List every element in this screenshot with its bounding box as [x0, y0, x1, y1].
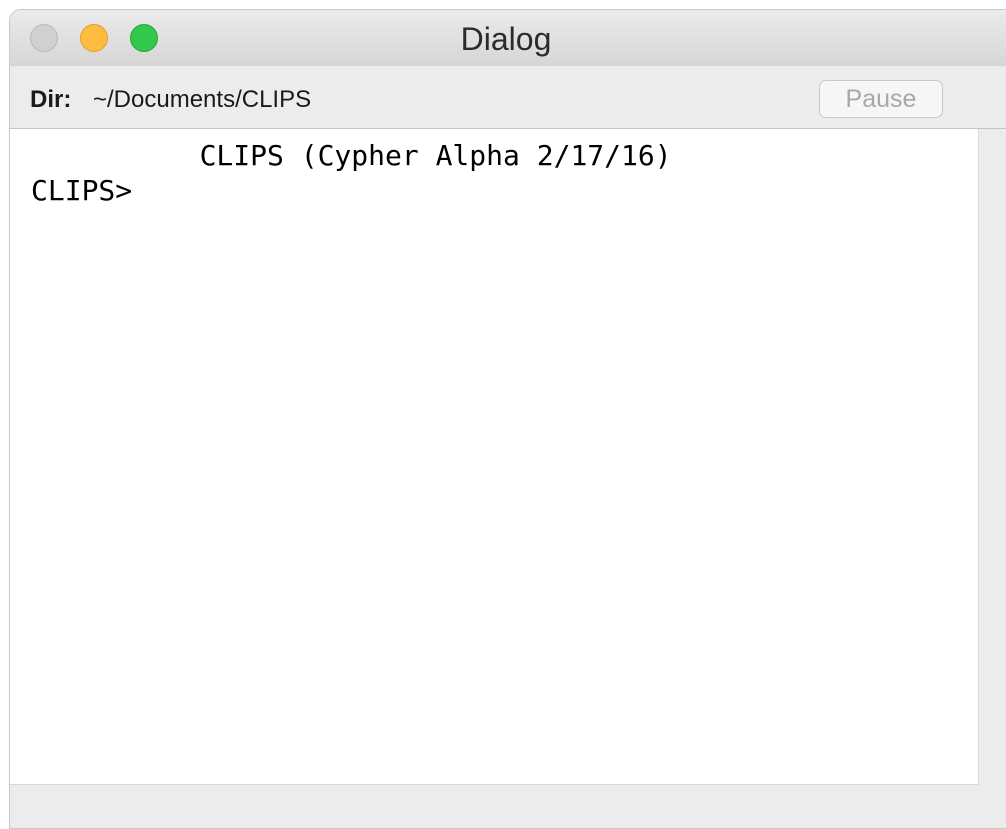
dir-label: Dir: [30, 86, 72, 113]
dir-path: ~/Documents/CLIPS [93, 86, 312, 113]
console-banner-line: CLIPS (Cypher Alpha 2/17/16) [31, 139, 672, 172]
pause-button[interactable]: Pause [819, 80, 943, 118]
dialog-window: Dialog Dir: ~/Documents/CLIPS Pause CLIP… [9, 9, 1006, 829]
status-bar [10, 786, 1006, 828]
title-bar[interactable]: Dialog [10, 10, 1006, 67]
console-output[interactable]: CLIPS (Cypher Alpha 2/17/16) CLIPS> [10, 129, 979, 785]
toolbar: Dir: ~/Documents/CLIPS Pause [10, 66, 1006, 129]
console-prompt-line: CLIPS> [31, 174, 133, 207]
window-title: Dialog [460, 21, 552, 57]
